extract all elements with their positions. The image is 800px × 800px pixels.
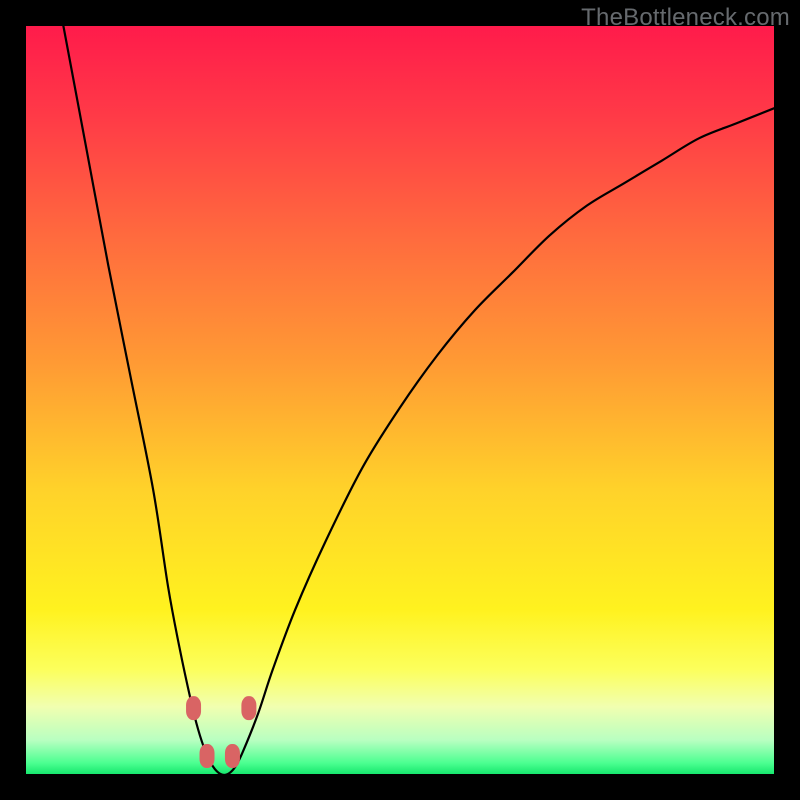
bottleneck-chart [26,26,774,774]
watermark-text: TheBottleneck.com [581,4,790,32]
chart-background [26,26,774,774]
chart-frame [26,26,774,774]
marker-point [200,744,215,768]
marker-point [186,696,201,720]
marker-point [225,744,240,768]
marker-point [241,696,256,720]
